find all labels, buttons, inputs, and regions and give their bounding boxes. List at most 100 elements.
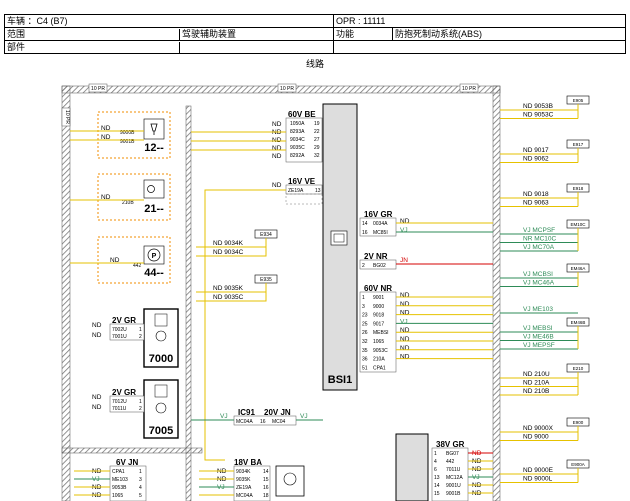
splice-signal: ND 9017 [523, 147, 549, 154]
svg-text:ND 9034K: ND 9034K [213, 240, 244, 247]
splice-tag-label: E917 [573, 142, 584, 147]
pin-label: 3 [139, 477, 142, 483]
bsi1-module: BSI1 [322, 103, 358, 391]
signal-label: ND [400, 327, 410, 334]
pin-label: 5 [139, 493, 142, 499]
svg-text:2V NR: 2V NR [364, 252, 388, 261]
splice-signal: ND 9062 [523, 156, 549, 163]
svg-text:MC04A: MC04A [236, 419, 253, 425]
svg-text:38V GR: 38V GR [436, 440, 465, 449]
steering-sensor-icon [275, 465, 305, 497]
svg-text:ND 9034C: ND 9034C [213, 249, 244, 256]
splice-e934: E934 ND 9034K ND 9034C [196, 229, 278, 257]
svg-text:16: 16 [260, 419, 266, 425]
sensor-icon [154, 313, 168, 327]
splice-signal: NR MC10C [523, 236, 557, 243]
module-21: 21-- ND 210B [70, 173, 171, 221]
wire-label: MC85I [373, 230, 388, 236]
pin-label: 29 [314, 145, 320, 151]
wire-label: 1065 [112, 493, 123, 499]
connector-18v-ba: 18V BA 9034K14ND9035K15NDZE19A16VJMC04A1… [199, 458, 305, 501]
connector-16v-gr: 16V GR 14 0034A ND 16 MC85I VJ [359, 210, 493, 237]
wire-label: 9001 [373, 295, 384, 301]
wire-label: 9001U [446, 483, 461, 489]
splice-signal: VJ MC46A [523, 280, 555, 287]
svg-text:442: 442 [133, 263, 142, 269]
module-44-code: 44-- [144, 267, 164, 279]
module-7000-code: 7000 [149, 353, 173, 365]
splice-signal: VJ ME46B [523, 334, 554, 341]
wire-label: 7011U [446, 467, 461, 473]
signal-label: ND [400, 310, 410, 317]
svg-text:JN: JN [400, 257, 408, 264]
wire-label: 1050A [290, 121, 305, 127]
pin-label: 14 [362, 221, 368, 227]
pin-label: 16 [263, 485, 269, 491]
pin-label: 22 [314, 129, 320, 135]
connector-2v-nr: 2V NR 2 BG02 JN [359, 252, 493, 270]
svg-text:6V JN: 6V JN [116, 458, 138, 467]
splice-signal: VJ MEBSI [523, 325, 553, 332]
svg-text:ND: ND [92, 332, 102, 339]
splice-tag-label: E918 [573, 186, 584, 191]
splice-signal: ND 9000E [523, 467, 554, 474]
signal-label: ND [400, 301, 410, 308]
pin-label: 26 [362, 330, 368, 336]
splice-signal: ND 210B [523, 388, 549, 395]
signal-label: ND [272, 145, 282, 152]
svg-text:2V GR: 2V GR [112, 388, 136, 397]
svg-text:2: 2 [362, 263, 365, 269]
wire-label: 442 [446, 459, 455, 465]
pin-label: 1 [434, 451, 437, 457]
wire-label: MEBSI [373, 330, 389, 336]
svg-text:210B: 210B [122, 200, 134, 206]
svg-text:ND: ND [92, 404, 102, 411]
pr-label-side: 10 PR [64, 110, 70, 124]
splice-e935: E935 ND 9035K ND 9035C [196, 274, 278, 302]
svg-text:7002U: 7002U [112, 327, 127, 333]
wire-label: ME103 [112, 477, 128, 483]
wire-label: 9001B [446, 491, 461, 497]
module-44: P 44-- ND 442 [70, 236, 171, 284]
pr-label-right: 10 PR [462, 86, 476, 92]
abs-ecu-block [395, 433, 429, 501]
connector-60v-be: 60V BE 1050A 19 ND 8293A 22 ND 9034C 27 ND 9035C 2… [191, 110, 323, 163]
signal-label: ND [400, 345, 410, 352]
svg-text:IC91: IC91 [238, 408, 255, 417]
signal-label: ND [400, 292, 410, 299]
pin-label: 15 [263, 477, 269, 483]
pin-label: 32 [314, 153, 320, 159]
svg-text:2: 2 [139, 334, 142, 340]
pin-label: 1 [139, 469, 142, 475]
module-21-code: 21-- [144, 203, 164, 215]
svg-text:ND 9035K: ND 9035K [213, 285, 244, 292]
svg-text:1: 1 [139, 327, 142, 333]
wire-label: 9035K [236, 477, 251, 483]
sensor-icon [143, 118, 165, 140]
splice-signal: ND 210U [523, 371, 550, 378]
wire-label: 9017 [373, 321, 384, 327]
bsi1-label: BSI1 [328, 374, 352, 386]
splice-signal: VJ MCPSF [523, 227, 555, 234]
svg-text:ND: ND [272, 182, 282, 189]
pin-label: 3 [362, 304, 365, 310]
pin-label: 32 [362, 339, 368, 345]
svg-text:20V JN: 20V JN [264, 408, 291, 417]
wire-label: 9034C [290, 137, 305, 143]
splice-tag-label: EM10C [570, 222, 586, 227]
pin-label: 23 [362, 313, 368, 319]
svg-text:7001U: 7001U [112, 334, 127, 340]
svg-text:E935: E935 [260, 277, 272, 283]
wire-label: 9053B [112, 485, 127, 491]
pin-label: 4 [434, 459, 437, 465]
pin-label: 1 [362, 295, 365, 301]
svg-text:ZE19A: ZE19A [288, 188, 304, 194]
signal-label: ND [400, 354, 410, 361]
signal-label: VJ [400, 318, 408, 325]
svg-text:7011U: 7011U [112, 406, 127, 412]
pin-label: 25 [362, 321, 368, 327]
pin-label: 18 [263, 493, 269, 499]
wire-label: BG07 [446, 451, 459, 457]
svg-text:60V NR: 60V NR [364, 284, 392, 293]
connector-ic91: IC91 20V JN MC04A 16 MC04 VJ VJ [191, 408, 323, 426]
